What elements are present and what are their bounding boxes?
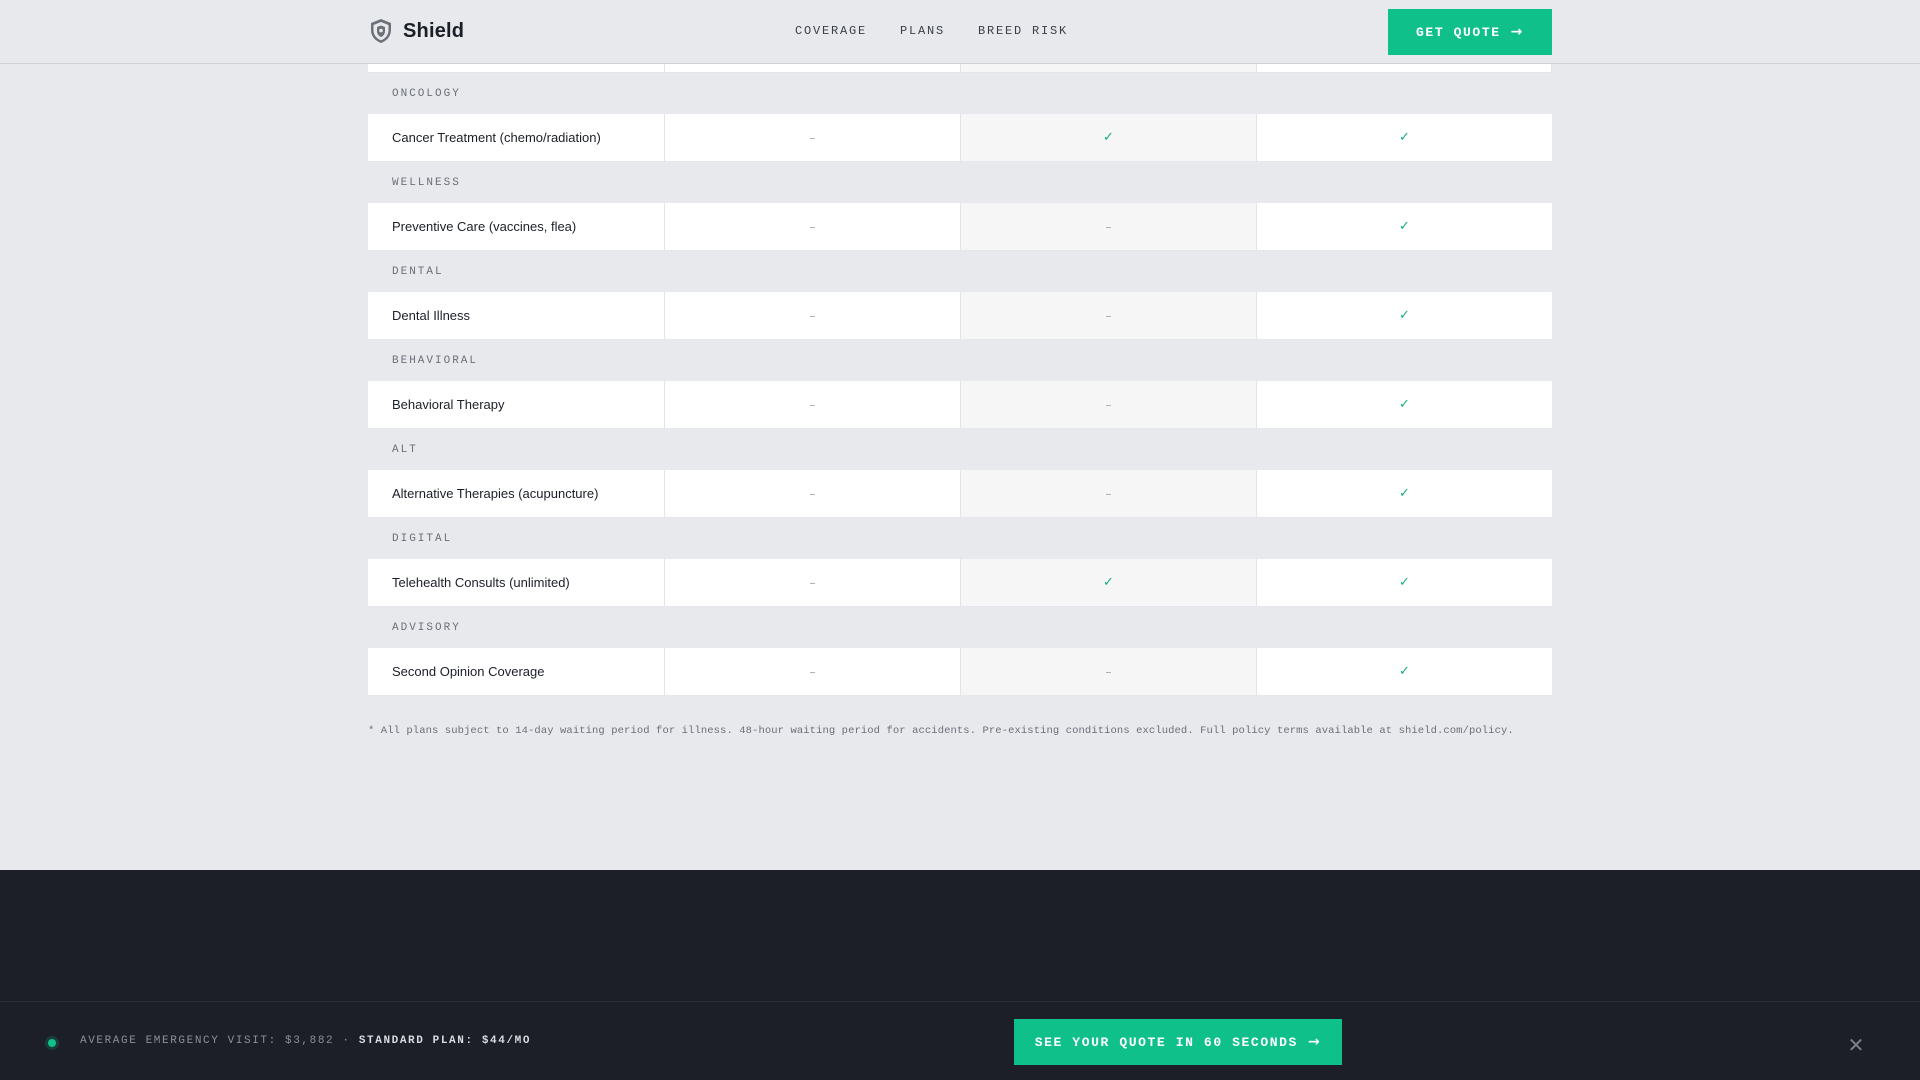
see-quote-button[interactable]: SEE YOUR QUOTE IN 60 SECONDS →: [1014, 1019, 1342, 1065]
group-label: ADVISORY: [392, 621, 461, 634]
plan-cell: –: [961, 381, 1257, 428]
feature-name: Cancer Treatment (chemo/radiation): [368, 114, 665, 161]
group-label: ONCOLOGY: [392, 87, 461, 100]
plan-cell: ✓: [1257, 292, 1552, 339]
plan-cell: –: [665, 203, 961, 250]
nav-plans[interactable]: PLANS: [900, 24, 945, 38]
plan-cell: –: [665, 470, 961, 517]
table-group: WELLNESS Preventive Care (vaccines, flea)…: [368, 162, 1552, 251]
check-icon: ✓: [1399, 486, 1410, 501]
get-quote-button[interactable]: GET QUOTE →: [1388, 9, 1552, 55]
coverage-comparison-table: ONCOLOGY Cancer Treatment (chemo/radiatio…: [368, 64, 1552, 696]
table-group: ALT Alternative Therapies (acupuncture) – –…: [368, 429, 1552, 518]
plan-cell: ✓: [1257, 648, 1552, 695]
table-groups: ONCOLOGY Cancer Treatment (chemo/radiatio…: [368, 73, 1552, 696]
plan-cell: ✓: [961, 559, 1257, 606]
feature-name: Behavioral Therapy: [368, 381, 665, 428]
plan-cell: –: [961, 203, 1257, 250]
table-group: ONCOLOGY Cancer Treatment (chemo/radiatio…: [368, 73, 1552, 162]
group-label: DENTAL: [392, 265, 444, 278]
table-row-partial: [368, 64, 1552, 73]
check-icon: ✓: [1399, 130, 1410, 145]
dash-icon: –: [809, 486, 816, 501]
check-icon: ✓: [1399, 575, 1410, 590]
get-quote-label: GET QUOTE: [1416, 24, 1501, 40]
plan-cell: –: [961, 470, 1257, 517]
plan-cell: ✓: [1257, 114, 1552, 161]
plan-cell: –: [961, 292, 1257, 339]
table-row: Behavioral Therapy – – ✓: [368, 381, 1552, 429]
plan-cell: ✓: [961, 114, 1257, 161]
main-nav: COVERAGE PLANS BREED RISK: [795, 24, 1068, 38]
table-group: ADVISORY Second Opinion Coverage – – ✓: [368, 607, 1552, 696]
table-row: Second Opinion Coverage – – ✓: [368, 648, 1552, 696]
policy-footnote: * All plans subject to 14-day waiting pe…: [368, 725, 1514, 737]
group-label: WELLNESS: [392, 176, 461, 189]
feature-name: Second Opinion Coverage: [368, 648, 665, 695]
dash-icon: –: [809, 219, 816, 234]
plan-cell: ✓: [1257, 381, 1552, 428]
group-label: DIGITAL: [392, 532, 453, 545]
nav-breed-risk[interactable]: BREED RISK: [978, 24, 1068, 38]
status-dot-icon: [48, 1039, 56, 1047]
plan-cell: –: [665, 114, 961, 161]
brand[interactable]: Shield: [369, 18, 464, 44]
check-icon: ✓: [1103, 575, 1114, 590]
table-row: Alternative Therapies (acupuncture) – – ✓: [368, 470, 1552, 518]
plan-cell: –: [665, 381, 961, 428]
feature-name: Telehealth Consults (unlimited): [368, 559, 665, 606]
site-header: Shield COVERAGE PLANS BREED RISK GET QUO…: [0, 0, 1920, 64]
feature-name: Preventive Care (vaccines, flea): [368, 203, 665, 250]
shield-logo-icon: [371, 19, 391, 43]
plan-cell: ✓: [1257, 470, 1552, 517]
group-label: BEHAVIORAL: [392, 354, 479, 367]
table-row: Dental Illness – – ✓: [368, 292, 1552, 340]
sticky-quote-bar: AVERAGE EMERGENCY VISIT: $3,882 · STANDA…: [0, 1001, 1920, 1080]
table-group: BEHAVIORAL Behavioral Therapy – – ✓: [368, 340, 1552, 429]
plan-cell: ✓: [1257, 559, 1552, 606]
brand-name: Shield: [403, 19, 465, 42]
dash-icon: –: [1105, 397, 1112, 412]
table-group: DENTAL Dental Illness – – ✓: [368, 251, 1552, 340]
table-row: Preventive Care (vaccines, flea) – – ✓: [368, 203, 1552, 251]
dash-icon: –: [1105, 219, 1112, 234]
check-icon: ✓: [1399, 397, 1410, 412]
table-row: Cancer Treatment (chemo/radiation) – ✓ ✓: [368, 114, 1552, 162]
dash-icon: –: [809, 397, 816, 412]
ticker-text: AVERAGE EMERGENCY VISIT: $3,882 · STANDA…: [80, 1035, 531, 1047]
dash-icon: –: [809, 664, 816, 679]
group-label: ALT: [392, 443, 418, 456]
dash-icon: –: [1105, 308, 1112, 323]
plan-cell: –: [665, 292, 961, 339]
dash-icon: –: [1105, 664, 1112, 679]
ticker-highlight: STANDARD PLAN: $44/MO: [358, 1035, 532, 1047]
arrow-right-icon: →: [1510, 24, 1524, 40]
plan-cell: –: [665, 559, 961, 606]
table-group: DIGITAL Telehealth Consults (unlimited) – ✓…: [368, 518, 1552, 607]
check-icon: ✓: [1399, 308, 1410, 323]
plan-cell: –: [665, 648, 961, 695]
ticker-label: AVERAGE EMERGENCY VISIT: $3,882 ·: [80, 1035, 351, 1047]
nav-coverage[interactable]: COVERAGE: [795, 24, 867, 38]
check-icon: ✓: [1399, 664, 1410, 679]
table-row: Telehealth Consults (unlimited) – ✓ ✓: [368, 559, 1552, 607]
plan-cell: –: [961, 648, 1257, 695]
feature-name: Dental Illness: [368, 292, 665, 339]
arrow-right-icon: →: [1307, 1034, 1322, 1050]
dash-icon: –: [809, 308, 816, 323]
dash-icon: –: [809, 130, 816, 145]
check-icon: ✓: [1399, 219, 1410, 234]
dash-icon: –: [809, 575, 816, 590]
see-quote-label: SEE YOUR QUOTE IN 60 SECONDS: [1034, 1034, 1298, 1050]
dash-icon: –: [1105, 486, 1112, 501]
plan-cell: ✓: [1257, 203, 1552, 250]
feature-name: Alternative Therapies (acupuncture): [368, 470, 665, 517]
check-icon: ✓: [1103, 130, 1114, 145]
close-icon[interactable]: ✕: [1845, 1033, 1867, 1057]
